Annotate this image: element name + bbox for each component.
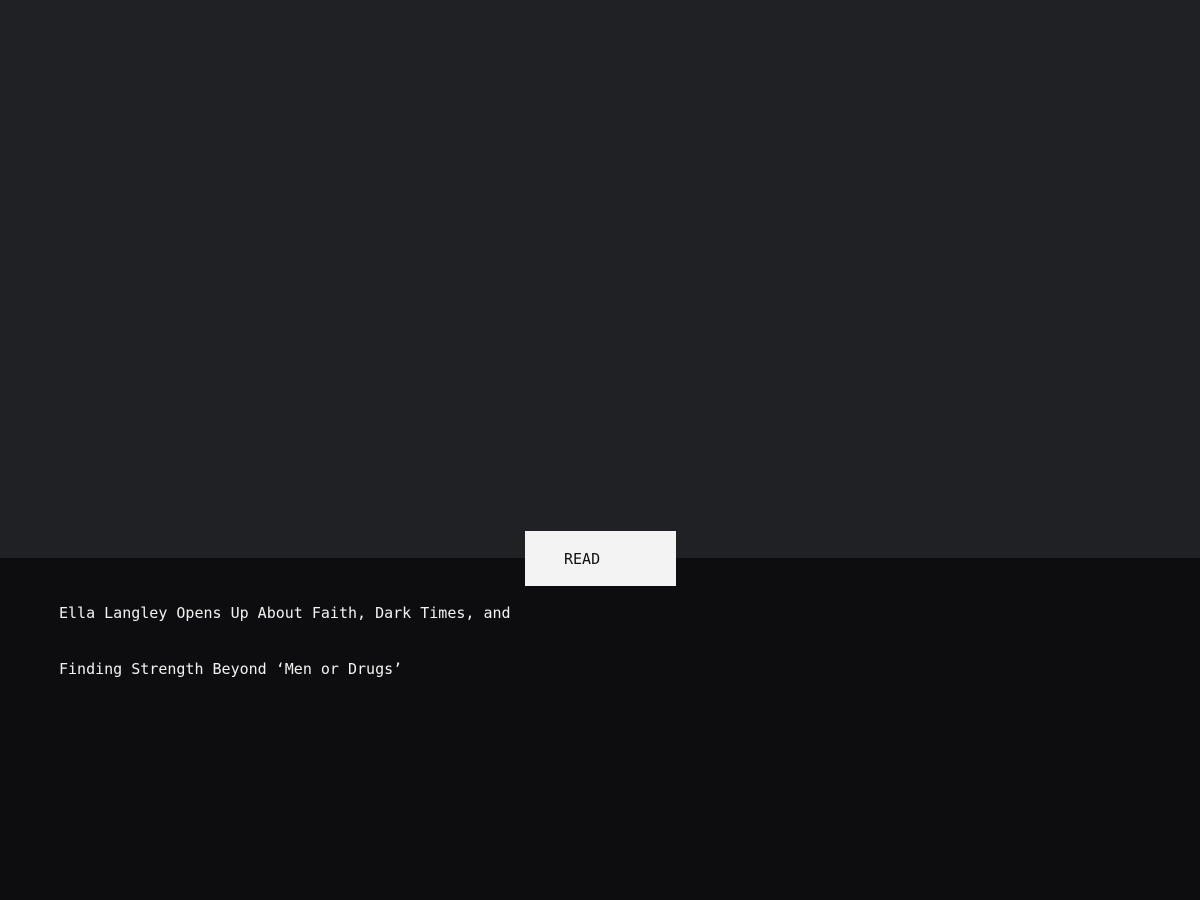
article-card-page: READ Ella Langley Opens Up About Faith, … xyxy=(0,0,1200,900)
headline-line-2: Finding Strength Beyond ‘Men or Drugs’ xyxy=(59,660,403,678)
headline-line-1: Ella Langley Opens Up About Faith, Dark … xyxy=(59,604,511,622)
hero-image-placeholder xyxy=(0,0,1200,558)
article-headline[interactable]: Ella Langley Opens Up About Faith, Dark … xyxy=(59,585,529,697)
read-button[interactable]: READ xyxy=(525,531,676,586)
